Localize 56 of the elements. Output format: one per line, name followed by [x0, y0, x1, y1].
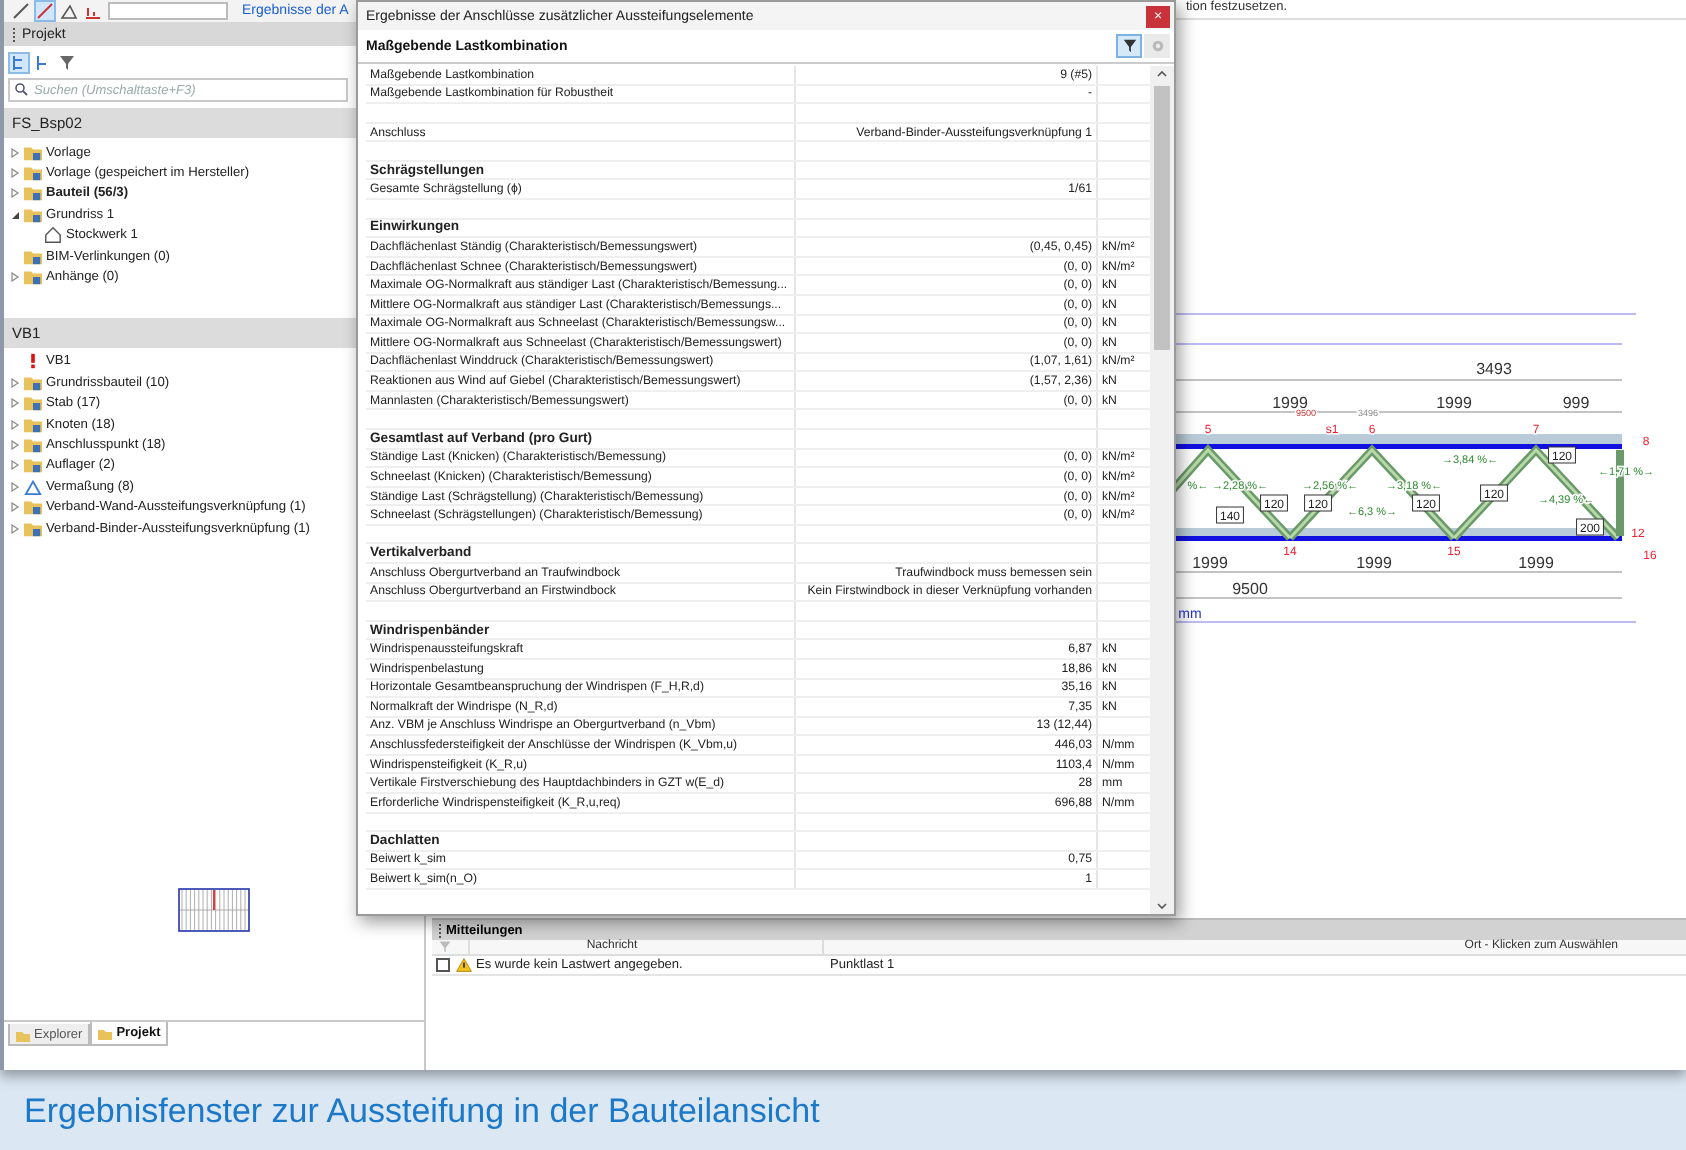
scrollbar[interactable] [1150, 66, 1174, 914]
expand-arrow-icon[interactable] [10, 188, 20, 199]
dimension-label: 9500 [1232, 580, 1268, 599]
folder-icon [24, 519, 42, 538]
expand-arrow-icon[interactable] [10, 481, 20, 492]
scroll-up-icon[interactable] [1156, 66, 1168, 82]
folder-icon [24, 205, 42, 224]
expand-arrow-icon[interactable] [10, 168, 20, 179]
dimension-label: 999 [1562, 394, 1590, 413]
checkbox[interactable] [436, 958, 450, 972]
folder-icon [24, 184, 42, 203]
tree-view-icon[interactable] [10, 53, 28, 71]
filter-icon[interactable] [58, 53, 76, 71]
expand-arrow-icon[interactable] [10, 377, 20, 388]
expand-arrow-icon[interactable] [10, 523, 20, 534]
filter-button[interactable] [1116, 34, 1142, 58]
folder-icon [98, 1026, 113, 1040]
filter-icon [1121, 38, 1137, 54]
folder-icon [24, 268, 42, 287]
pencil-icon[interactable] [12, 2, 30, 20]
collapse-arrow-icon[interactable] [10, 209, 20, 220]
dimension-label: 3493 [1476, 360, 1512, 379]
scroll-thumb[interactable] [1154, 86, 1170, 350]
pencil-icon[interactable] [36, 2, 54, 20]
dropdown-field[interactable] [108, 2, 228, 20]
folder-icon [24, 498, 42, 517]
scroll-down-icon[interactable] [1156, 898, 1168, 914]
expand-arrow-icon[interactable] [10, 419, 20, 430]
expand-arrow-icon[interactable] [10, 147, 20, 158]
warning-icon [456, 958, 472, 972]
folder-icon [16, 1027, 30, 1041]
preview-thumbnail [178, 888, 250, 932]
caption-text: Ergebnisfenster zur Aussteifung in der Bauteilansicht [22, 1090, 822, 1134]
folder-icon [24, 415, 42, 434]
expand-arrow-icon[interactable] [10, 398, 20, 409]
chart-icon[interactable] [84, 2, 102, 20]
triangle-icon[interactable] [60, 2, 78, 20]
gear-icon [1149, 38, 1165, 54]
folder-icon [24, 394, 42, 413]
expand-arrow-icon[interactable] [10, 272, 20, 283]
dimension-label: 1999 [1436, 394, 1472, 413]
expand-arrow-icon[interactable] [10, 502, 20, 513]
expand-arrow-icon[interactable] [10, 439, 20, 450]
dimension-label: 1999 [1192, 554, 1228, 573]
dimension-label: 1999 [1518, 554, 1554, 573]
folder-icon [24, 373, 42, 392]
folder-icon [24, 456, 42, 475]
tree-view-icon[interactable] [34, 53, 52, 71]
folder-icon [24, 247, 42, 266]
folder-icon [24, 435, 42, 454]
dimension-label: 1999 [1356, 554, 1392, 573]
measure-icon [24, 477, 42, 496]
expand-arrow-icon[interactable] [10, 460, 20, 471]
house-icon [44, 226, 62, 245]
folder-icon [24, 143, 42, 162]
folder-icon [24, 164, 42, 183]
